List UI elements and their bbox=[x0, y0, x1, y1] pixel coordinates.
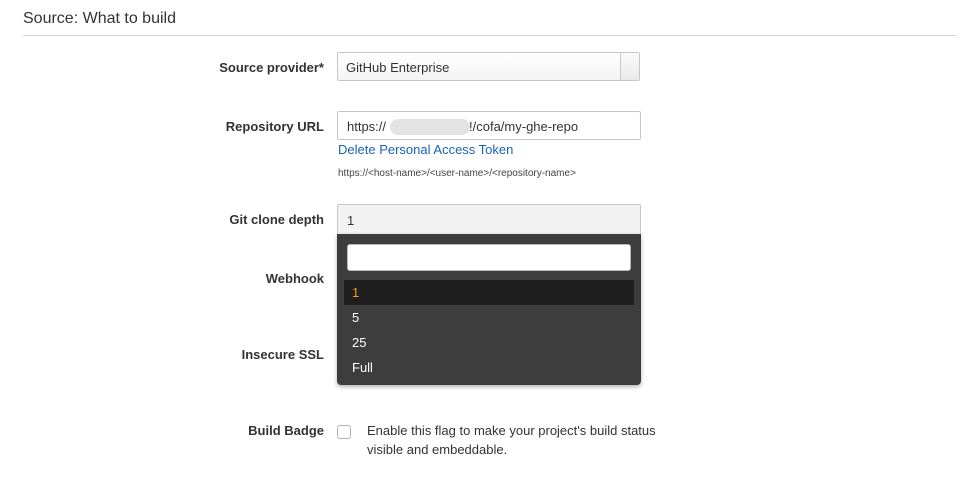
webhook-label: Webhook bbox=[265, 271, 324, 286]
git-clone-depth-dropdown: 1 5 25 Full bbox=[337, 234, 641, 385]
git-clone-depth-select[interactable]: 1 bbox=[337, 204, 641, 234]
git-clone-depth-label: Git clone depth bbox=[229, 212, 324, 227]
source-section: Source: What to build Source provider* G… bbox=[0, 0, 974, 477]
build-badge-description: Enable this flag to make your project's … bbox=[367, 423, 656, 457]
repository-url-input[interactable]: https:// !/cofa/my-ghe-repo bbox=[337, 111, 641, 140]
delete-token-link[interactable]: Delete Personal Access Token bbox=[338, 142, 513, 157]
repository-url-suffix: !/cofa/my-ghe-repo bbox=[469, 119, 579, 134]
dropdown-search-input[interactable] bbox=[347, 244, 631, 271]
source-provider-select[interactable]: GitHub Enterprise bbox=[337, 52, 640, 81]
redacted-host bbox=[390, 119, 470, 135]
section-divider bbox=[23, 35, 957, 36]
repository-url-label: Repository URL bbox=[225, 119, 324, 134]
repository-url-hint: https://<host-name>/<user-name>/<reposit… bbox=[338, 168, 576, 179]
build-badge-label: Build Badge bbox=[248, 423, 324, 438]
source-provider-value: GitHub Enterprise bbox=[346, 60, 450, 75]
dropdown-option-1[interactable]: 1 bbox=[344, 280, 634, 305]
section-title: Source: What to build bbox=[23, 10, 176, 27]
dropdown-option-5[interactable]: 5 bbox=[344, 305, 634, 330]
repository-url-prefix: https:// bbox=[347, 119, 387, 134]
dropdown-option-25[interactable]: 25 bbox=[344, 330, 634, 355]
insecure-ssl-label: Insecure SSL bbox=[241, 347, 324, 362]
source-provider-label: Source provider* bbox=[219, 60, 324, 75]
git-clone-depth-value: 1 bbox=[347, 213, 355, 228]
dropdown-option-full[interactable]: Full bbox=[344, 355, 634, 380]
build-badge-checkbox[interactable] bbox=[337, 425, 351, 439]
select-handle[interactable] bbox=[620, 53, 639, 80]
